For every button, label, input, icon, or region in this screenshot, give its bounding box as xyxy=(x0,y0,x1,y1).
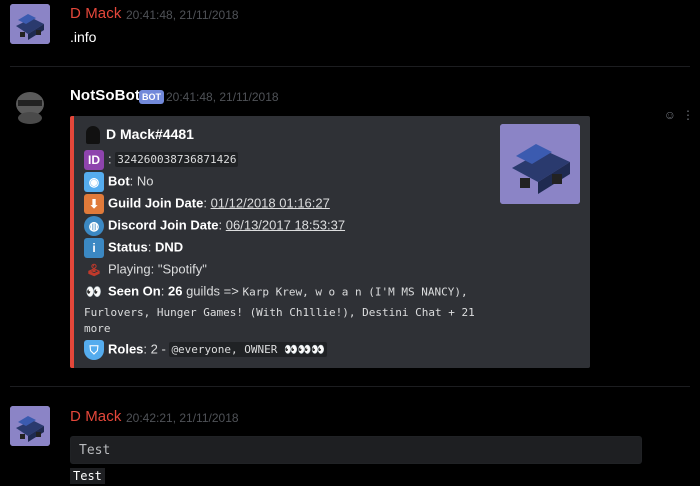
info-icon: i xyxy=(84,238,104,258)
user-avatar[interactable] xyxy=(10,4,50,44)
playing-row: 🕹 Playing: "Spotify" xyxy=(84,260,206,280)
message-divider xyxy=(10,386,690,387)
username[interactable]: NotSoBot xyxy=(70,87,140,104)
discord-join-row: ◍ Discord Join Date: 06/13/2017 18:53:37 xyxy=(84,216,345,236)
roles-row: ⛉ Roles: 2 - @everyone, OWNER 👀👀👀 xyxy=(84,340,328,360)
timestamp: 20:41:48, 21/11/2018 xyxy=(126,8,239,22)
silhouette-icon xyxy=(86,126,100,145)
inline-code: Test xyxy=(70,468,105,484)
seen-on-list-line-2: Furlovers, Hunger Games! (With Ch1llie!)… xyxy=(84,306,475,319)
add-reaction-icon[interactable]: ☺ xyxy=(664,108,676,122)
globe-icon: ◍ xyxy=(84,216,104,236)
timestamp: 20:42:21, 21/11/2018 xyxy=(126,411,239,425)
user-avatar[interactable] xyxy=(10,406,50,446)
inbox-icon: ⬇ xyxy=(84,194,104,214)
bot-avatar[interactable] xyxy=(10,86,50,126)
joystick-icon: 🕹 xyxy=(86,263,102,277)
seen-on-list-line-3: more xyxy=(84,322,111,335)
bot-badge: BOT xyxy=(139,90,164,104)
embed-author: D Mack#4481 xyxy=(86,126,194,145)
seen-on-row: 👀 Seen On: 26 guilds => Karp Krew, w o a … xyxy=(84,282,468,302)
username[interactable]: D Mack xyxy=(70,408,121,425)
message-actions: ☺ ⋮ xyxy=(658,108,694,122)
status-row: i Status: DND xyxy=(84,238,183,258)
robot-icon: ◉ xyxy=(84,172,104,192)
message-divider xyxy=(10,66,690,67)
username[interactable]: D Mack xyxy=(70,5,121,22)
guild-join-row: ⬇ Guild Join Date: 01/12/2018 01:16:27 xyxy=(84,194,330,214)
bot-row: ◉ Bot: No xyxy=(84,172,154,192)
eyes-icon: 👀 xyxy=(85,284,103,299)
timestamp: 20:41:48, 21/11/2018 xyxy=(166,90,279,104)
user-info-embed: D Mack#4481 ID: 324260038736871426 ◉ Bot:… xyxy=(70,116,590,368)
code-block: Test xyxy=(70,436,642,464)
id-icon: ID xyxy=(84,150,104,170)
message-text: .info xyxy=(70,29,97,45)
embed-thumbnail[interactable] xyxy=(500,124,580,204)
id-row: ID: 324260038736871426 xyxy=(84,150,239,170)
shield-icon: ⛉ xyxy=(84,340,104,360)
more-icon[interactable]: ⋮ xyxy=(682,108,694,122)
